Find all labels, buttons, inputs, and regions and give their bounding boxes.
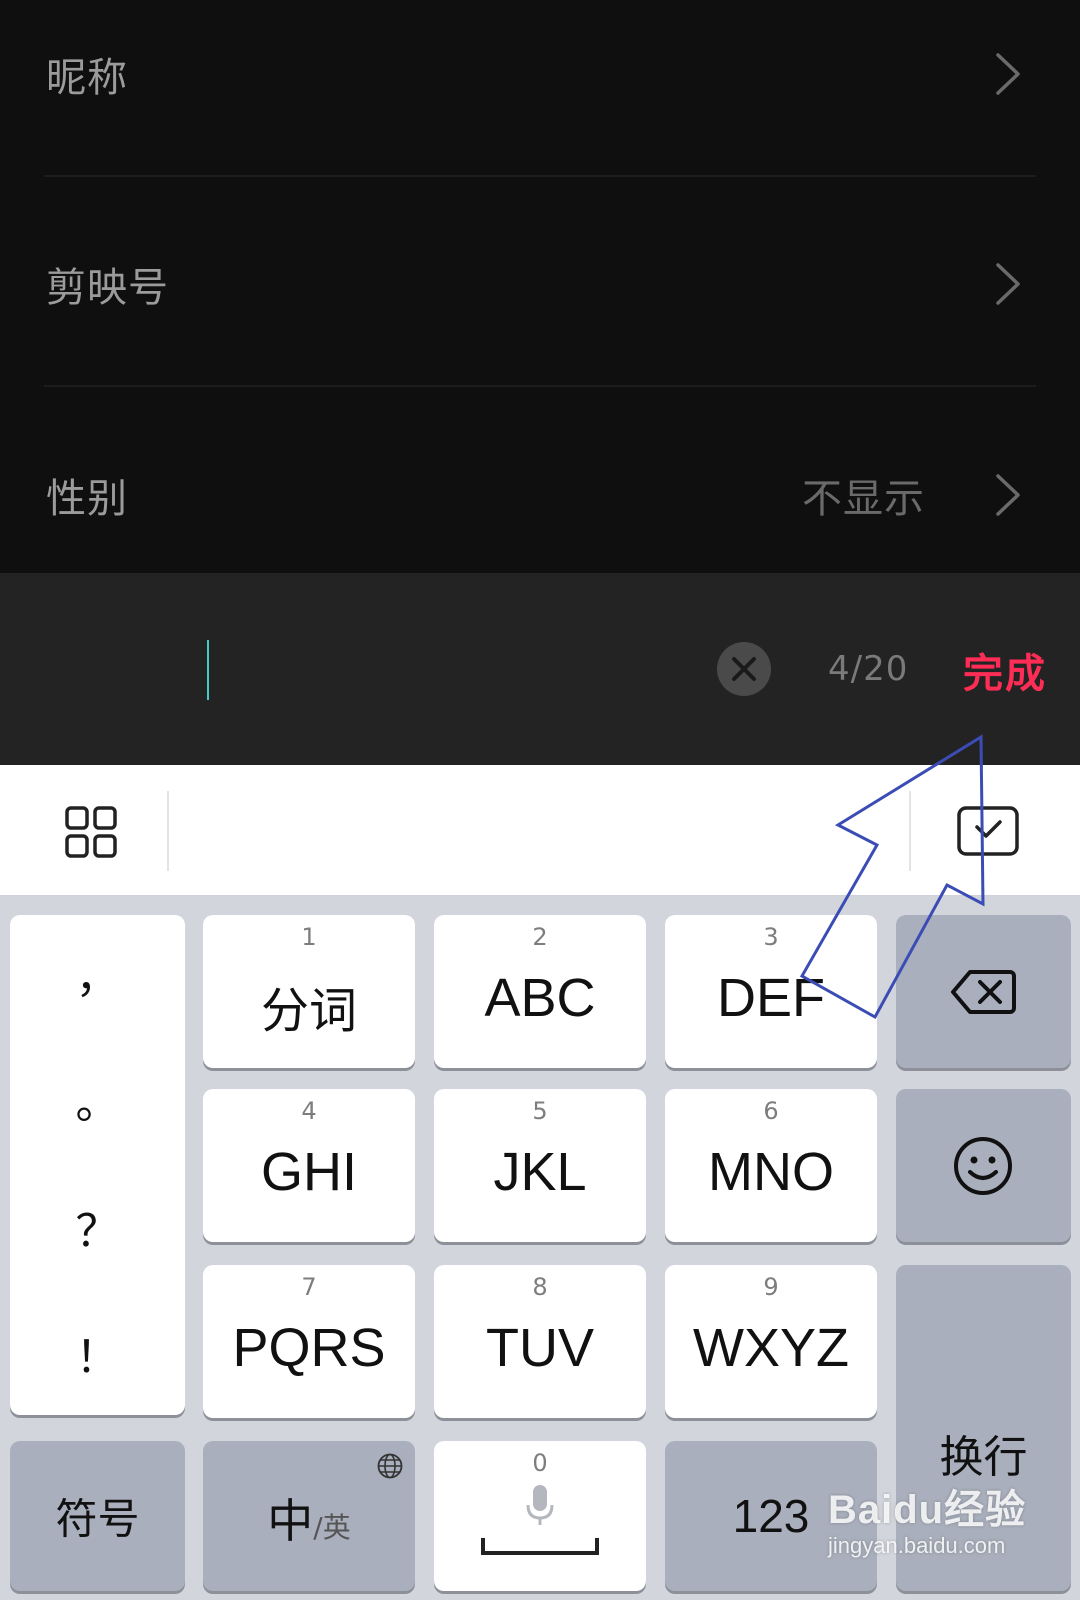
punct-exclaim-key[interactable]: ！ xyxy=(10,1321,185,1385)
settings-row-label: 性别 xyxy=(46,476,128,522)
key-letters: 分词 xyxy=(260,985,357,1038)
key-number: 7 xyxy=(301,1273,317,1301)
key-letters: MNO xyxy=(708,1142,834,1202)
key-3[interactable]: 3 DEF xyxy=(665,915,877,1068)
symbol-key-label: 符号 xyxy=(55,1494,140,1544)
language-main: 中 xyxy=(267,1494,314,1548)
key-letters: WXYZ xyxy=(693,1318,849,1378)
key-4[interactable]: 4 GHI xyxy=(203,1089,415,1242)
done-button[interactable]: 完成 xyxy=(963,641,1047,699)
punctuation-column[interactable]: ， 。 ？ ！ xyxy=(10,915,185,1415)
settings-row-jianying-id[interactable]: 剪映号 xyxy=(0,244,1080,324)
emoji-key[interactable] xyxy=(896,1089,1071,1242)
toolbar-separator xyxy=(909,791,911,871)
key-letters: GHI xyxy=(260,1142,357,1202)
microphone-icon xyxy=(526,1485,554,1525)
settings-row-nickname[interactable]: 昵称 xyxy=(0,34,1080,114)
watermark-logo: Baidu经验 xyxy=(828,1488,1027,1532)
backspace-icon xyxy=(951,970,1016,1014)
key-8[interactable]: 8 TUV xyxy=(434,1265,646,1418)
text-caret xyxy=(207,640,209,700)
grid-icon[interactable] xyxy=(64,805,118,859)
gender-value: 不显示 xyxy=(802,476,925,522)
chevron-right-icon xyxy=(996,474,1020,516)
chevron-right-icon xyxy=(996,53,1020,95)
divider xyxy=(44,385,1036,387)
watermark: Baidu经验 jingyan.baidu.com xyxy=(828,1477,1026,1559)
key-number: 0 xyxy=(532,1449,548,1477)
divider xyxy=(44,175,1036,177)
key-number: 9 xyxy=(763,1273,779,1301)
character-counter: 4/20 xyxy=(828,649,909,689)
language-switch-key[interactable]: 中/英 xyxy=(203,1441,415,1591)
key-number: 3 xyxy=(763,923,779,951)
clear-input-button[interactable] xyxy=(717,642,771,696)
key-number: 6 xyxy=(763,1097,779,1125)
smiley-icon xyxy=(954,1137,1012,1195)
enter-key-label: 换行 xyxy=(939,1432,1028,1483)
backspace-key[interactable] xyxy=(896,915,1071,1068)
space-bar-icon xyxy=(481,1538,599,1555)
key-letters: ABC xyxy=(484,968,596,1028)
settings-row-label: 剪映号 xyxy=(46,265,169,311)
chevron-right-icon xyxy=(996,263,1020,305)
key-number: 4 xyxy=(301,1097,317,1125)
punct-question-key[interactable]: ？ xyxy=(10,1195,185,1259)
punct-comma-key[interactable]: ， xyxy=(10,941,185,1005)
punct-period-key[interactable]: 。 xyxy=(10,1067,185,1131)
key-6[interactable]: 6 MNO xyxy=(665,1089,877,1242)
key-2[interactable]: 2 ABC xyxy=(434,915,646,1068)
language-label: 中/英 xyxy=(203,1485,415,1551)
close-icon xyxy=(732,657,756,681)
settings-row-gender[interactable]: 性别 不显示 xyxy=(0,455,1080,535)
toolbar-separator xyxy=(167,791,169,871)
symbol-key[interactable]: 符号 xyxy=(10,1441,185,1591)
key-letters: JKL xyxy=(493,1142,587,1202)
profile-settings-list: 昵称 剪映号 性别 不显示 xyxy=(0,0,1080,573)
keyboard-toolbar xyxy=(0,765,1080,896)
key-number: 2 xyxy=(532,923,548,951)
key-number: 1 xyxy=(301,923,317,951)
key-letters: DEF xyxy=(717,968,825,1028)
globe-icon xyxy=(377,1453,403,1479)
nickname-input[interactable] xyxy=(40,633,680,709)
watermark-url: jingyan.baidu.com xyxy=(828,1533,1006,1558)
key-9[interactable]: 9 WXYZ xyxy=(665,1265,877,1418)
key-1[interactable]: 1 分词 xyxy=(203,915,415,1068)
key-number: 8 xyxy=(532,1273,548,1301)
key-letters: PQRS xyxy=(232,1318,386,1378)
keyboard-hide-icon[interactable] xyxy=(956,805,1020,857)
language-alt: /英 xyxy=(313,1511,351,1544)
settings-row-label: 昵称 xyxy=(46,55,128,101)
key-7[interactable]: 7 PQRS xyxy=(203,1265,415,1418)
key-number: 5 xyxy=(532,1097,548,1125)
key-letters: TUV xyxy=(486,1318,594,1378)
nickname-input-bar: 4/20 完成 xyxy=(0,573,1080,765)
key-5[interactable]: 5 JKL xyxy=(434,1089,646,1242)
space-key[interactable]: 0 xyxy=(434,1441,646,1591)
